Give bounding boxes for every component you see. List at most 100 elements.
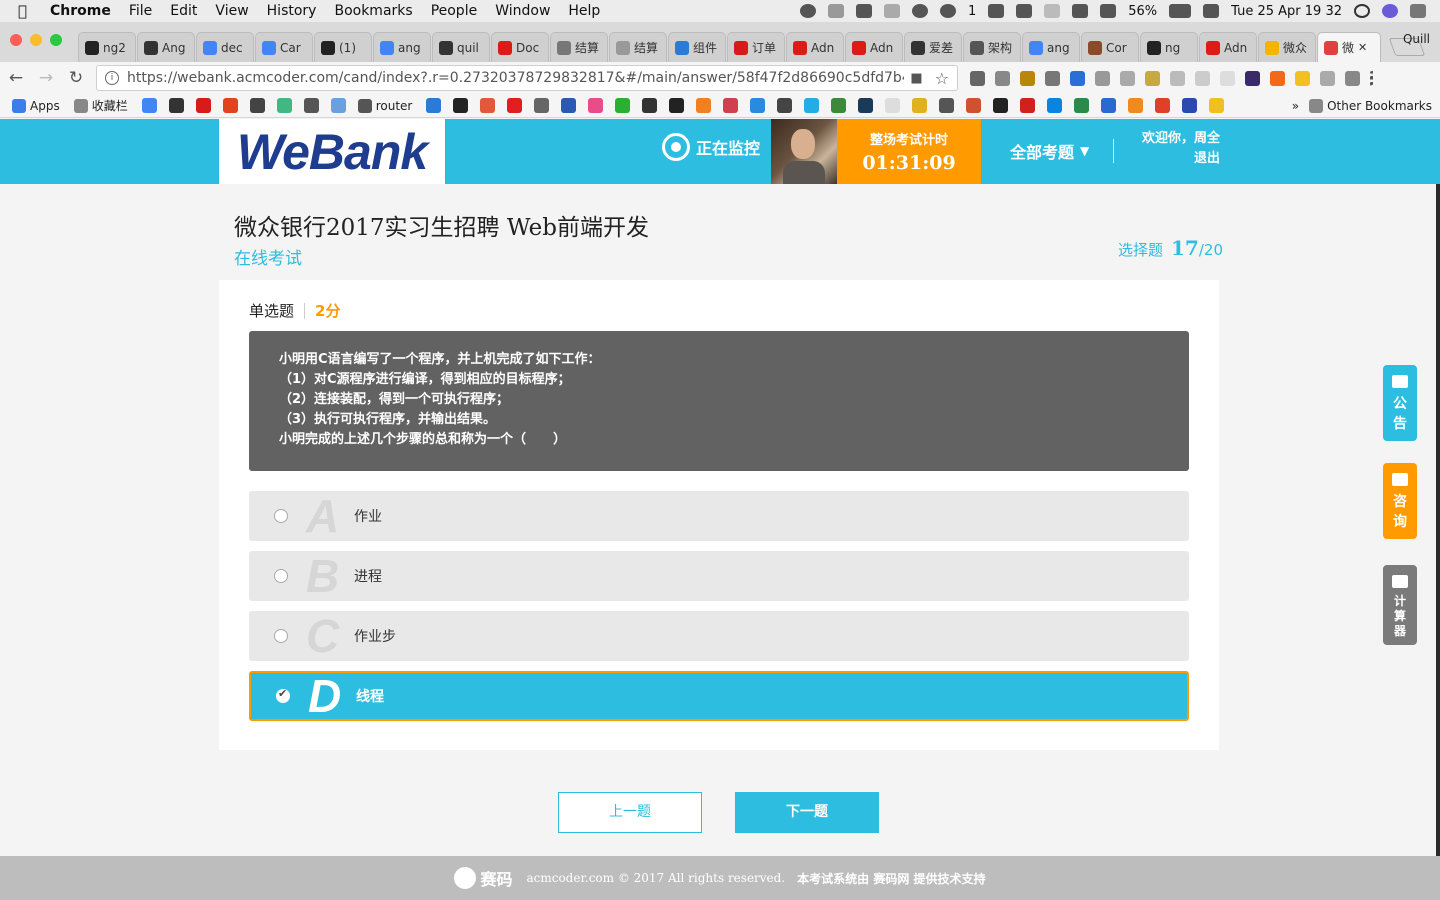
bookmark-icon[interactable] <box>993 98 1009 113</box>
browser-tab[interactable]: ng <box>1140 32 1198 62</box>
browser-tab[interactable]: 结算 <box>609 32 667 62</box>
qq-icon[interactable] <box>799 4 816 18</box>
bookmark-icon[interactable] <box>249 98 265 113</box>
bookmark-icon[interactable] <box>480 98 496 113</box>
github-bookmark-icon[interactable] <box>453 98 469 113</box>
vue-devtools-icon[interactable] <box>1095 70 1110 86</box>
radio-button[interactable] <box>274 569 288 583</box>
menu-file[interactable]: File <box>129 3 152 19</box>
menu-history[interactable]: History <box>267 3 317 19</box>
maximize-window-button[interactable] <box>50 34 62 46</box>
tab-active[interactable]: 微 ✕ <box>1317 32 1381 62</box>
radio-button[interactable] <box>274 509 288 523</box>
bookmark-icon[interactable] <box>723 98 739 113</box>
wifi-icon[interactable] <box>1072 4 1089 18</box>
notice-button[interactable]: 公告 <box>1383 365 1417 441</box>
wechat-bookmark-icon[interactable] <box>615 98 631 113</box>
menu-app-name[interactable]: Chrome <box>50 3 111 19</box>
siri-icon[interactable] <box>1382 4 1398 18</box>
bookmark-icon[interactable] <box>1074 98 1090 113</box>
browser-tab[interactable]: 订单 <box>727 32 785 62</box>
network-monitor-icon[interactable] <box>1016 4 1033 18</box>
bookmark-icon[interactable] <box>777 98 793 113</box>
browser-tab[interactable]: Ang <box>137 32 195 62</box>
bookmark-favorites-folder[interactable]: 收藏栏 <box>73 97 128 114</box>
camera-in-use-icon[interactable]: ■ <box>910 71 922 86</box>
clock[interactable]: Tue 25 Apr 19 32 <box>1231 4 1342 19</box>
calculator-button[interactable]: 计算器 <box>1383 565 1417 645</box>
site-info-icon[interactable]: i <box>105 71 119 85</box>
browser-tab[interactable]: Adn <box>1199 32 1257 62</box>
menu-people[interactable]: People <box>431 3 478 19</box>
all-questions-dropdown[interactable]: 全部考题 ▼ <box>1010 139 1089 163</box>
bookmark-icon[interactable] <box>669 98 685 113</box>
radio-button[interactable] <box>274 629 288 643</box>
bookmark-icon[interactable] <box>939 98 955 113</box>
extension-icon[interactable] <box>1270 70 1285 86</box>
wechat-icon[interactable] <box>939 4 956 18</box>
bookmark-icon[interactable] <box>858 98 874 113</box>
extension-icon[interactable] <box>1345 70 1360 86</box>
browser-tab[interactable]: 微众 <box>1258 32 1316 62</box>
image-extension-icon[interactable] <box>1145 70 1160 86</box>
check-icon[interactable] <box>827 4 844 18</box>
jd-bookmark-icon[interactable] <box>195 98 211 113</box>
browser-tab[interactable]: ang <box>1022 32 1080 62</box>
menu-view[interactable]: View <box>215 3 248 19</box>
scrobbles-icon[interactable] <box>1203 4 1220 18</box>
json-extension-icon[interactable] <box>1170 70 1185 86</box>
bookmark-icon[interactable] <box>1182 98 1198 113</box>
extension-icon[interactable] <box>1120 70 1135 86</box>
next-question-button[interactable]: 下一题 <box>735 792 879 833</box>
browser-tab[interactable]: quil <box>432 32 490 62</box>
spotlight-search-icon[interactable] <box>1354 4 1370 18</box>
option-b[interactable]: B 进程 <box>249 551 1189 601</box>
browser-tab[interactable]: ang <box>373 32 431 62</box>
browser-tab[interactable]: 爱差 <box>904 32 962 62</box>
bookmark-icon[interactable] <box>303 98 319 113</box>
browser-tab[interactable]: (1) <box>314 32 372 62</box>
bookmark-icon[interactable] <box>831 98 847 113</box>
bookmark-icon[interactable] <box>1128 98 1144 113</box>
extension-icon[interactable] <box>1070 70 1085 86</box>
vue-bookmark-icon[interactable] <box>276 98 292 113</box>
netease-bookmark-icon[interactable] <box>1020 98 1036 113</box>
close-tab-icon[interactable]: ✕ <box>1358 41 1367 54</box>
bluetooth-icon[interactable] <box>1044 4 1061 18</box>
pocket-extension-icon[interactable] <box>970 70 985 86</box>
browser-tab[interactable]: Adn <box>845 32 903 62</box>
previous-question-button[interactable]: 上一题 <box>558 792 702 833</box>
codepen-bookmark-icon[interactable] <box>168 98 184 113</box>
bootstrap-extension-icon[interactable] <box>1245 70 1260 86</box>
browser-tab[interactable]: Cor <box>1081 32 1139 62</box>
volume-icon[interactable] <box>1100 4 1117 18</box>
bookmark-other-folder[interactable]: Other Bookmarks <box>1309 98 1432 113</box>
browser-tab[interactable]: Car <box>255 32 313 62</box>
menu-window[interactable]: Window <box>495 3 550 19</box>
battery-icon[interactable] <box>1169 4 1192 18</box>
forward-arrow-icon[interactable]: → <box>32 68 60 88</box>
bookmark-icon[interactable] <box>330 98 346 113</box>
wikipedia-bookmark-icon[interactable] <box>885 98 901 113</box>
extension-icon[interactable] <box>1295 70 1310 86</box>
evernote-icon[interactable] <box>855 4 872 18</box>
bookmark-icon[interactable] <box>561 98 577 113</box>
weibo-bookmark-icon[interactable] <box>1155 98 1171 113</box>
consult-button[interactable]: 咨询 <box>1383 463 1417 539</box>
menu-bookmarks[interactable]: Bookmarks <box>334 3 412 19</box>
bookmark-icon[interactable] <box>696 98 712 113</box>
bookmark-apps[interactable]: Apps <box>12 98 60 113</box>
browser-tab[interactable]: 组件 <box>668 32 726 62</box>
option-c[interactable]: C 作业步 <box>249 611 1189 661</box>
browser-tab[interactable]: 架构 <box>963 32 1021 62</box>
reload-icon[interactable]: ↻ <box>62 68 90 88</box>
browser-tab[interactable]: Adn <box>786 32 844 62</box>
browser-tab[interactable]: 结算 <box>550 32 608 62</box>
extension-icon[interactable] <box>1020 70 1035 86</box>
bookmark-icon[interactable] <box>750 98 766 113</box>
profile-name[interactable]: Quill <box>1403 32 1430 46</box>
option-d[interactable]: D 线程 <box>249 671 1189 721</box>
address-bar[interactable]: i https://webank.acmcoder.com/cand/index… <box>96 65 958 91</box>
extension-icon[interactable] <box>1220 70 1235 86</box>
cloud-icon[interactable] <box>911 4 928 18</box>
